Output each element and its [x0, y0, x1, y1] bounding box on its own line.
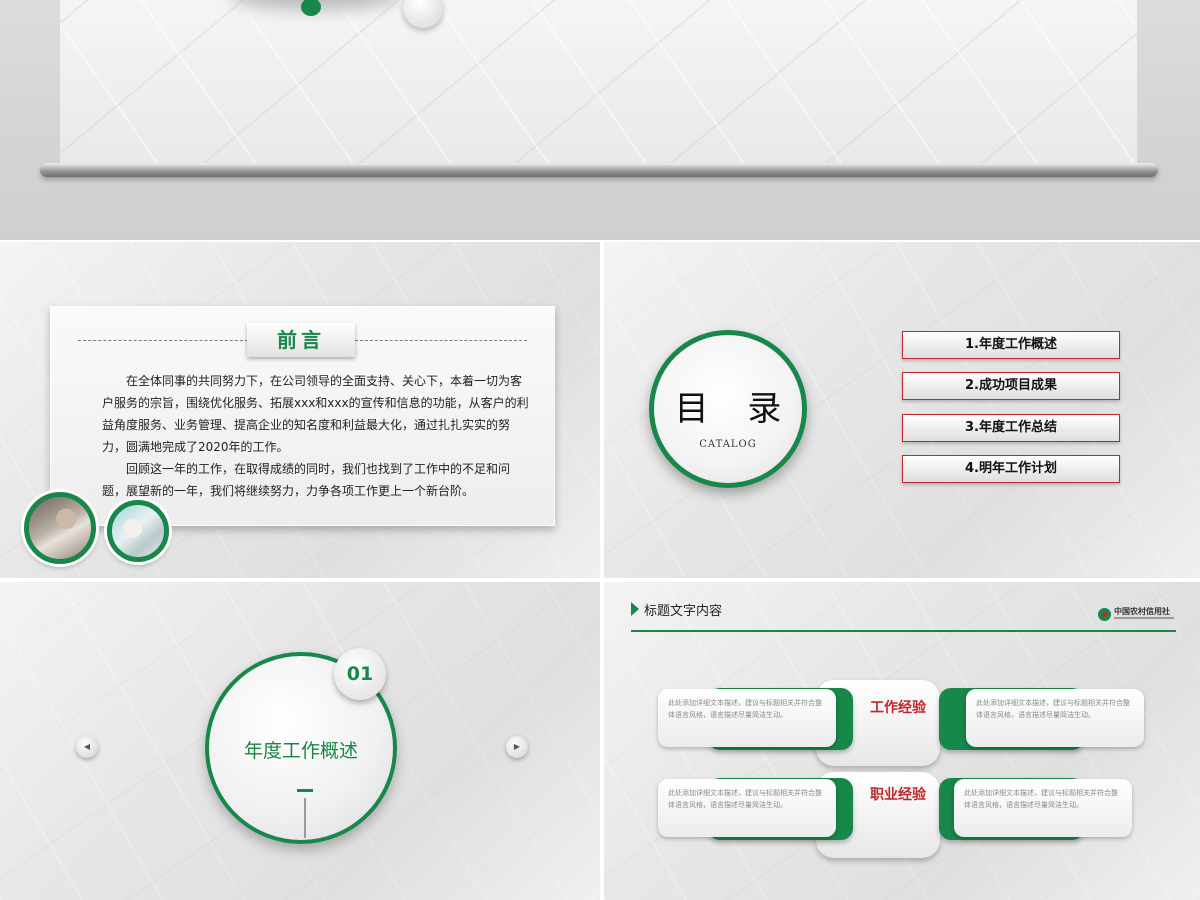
section-number-badge: 01: [334, 648, 386, 700]
bank-logo-text: 中国农村信用社: [1114, 607, 1170, 616]
catalog-item-3[interactable]: 3.年度工作总结: [902, 414, 1120, 442]
next-arrow-icon[interactable]: ▶: [506, 736, 528, 758]
header-triangle-icon: [631, 602, 639, 616]
label-top: 工作经验: [870, 700, 926, 716]
section-line: [304, 798, 306, 838]
board-rail: [40, 163, 1158, 177]
text-card-bottom-right: 此处添加详细文本描述，建议与标题相关并符合整体语言风格，语言描述尽量简洁生动。: [954, 779, 1132, 837]
catalog-item-4[interactable]: 4.明年工作计划: [902, 455, 1120, 483]
catalog-circle: 目 录 CATALOG: [649, 330, 807, 488]
section-title: 年度工作概述: [243, 740, 358, 762]
preface-body: 在全体同事的共同努力下，在公司领导的全面支持、关心下，本着一切为客户服务的宗旨，…: [102, 370, 530, 502]
slide-section: ◀ 年度工作概述 01 ▶: [0, 582, 600, 900]
header-rule: [631, 630, 1176, 632]
text-card-bottom-left: 此处添加详细文本描述，建议与标题相关并符合整体语言风格，语言描述尽量简洁生动。: [658, 779, 836, 837]
photo-meeting: [107, 500, 169, 562]
slide-preface: 前言 在全体同事的共同努力下，在公司领导的全面支持、关心下，本着一切为客户服务的…: [0, 242, 600, 578]
photo-office-worker: [24, 492, 96, 564]
slide-top: [0, 0, 1200, 240]
section-dash: [297, 789, 313, 792]
catalog-item-1[interactable]: 1.年度工作概述: [902, 331, 1120, 359]
prev-arrow-icon[interactable]: ◀: [76, 736, 98, 758]
bank-logo-icon: [1098, 608, 1111, 621]
display-board: [60, 0, 1137, 165]
text-card-top-left: 此处添加详细文本描述，建议与标题相关并符合整体语言风格，语言描述尽量简洁生动。: [658, 689, 836, 747]
slide-catalog: 目 录 CATALOG 1.年度工作概述 2.成功项目成果 3.年度工作总结 4…: [604, 242, 1200, 578]
catalog-title: 目 录: [674, 389, 796, 429]
divider-right: [355, 340, 527, 341]
slide-content: 标题文字内容 中国农村信用社 此处添加详细文本描述，建议与标题相关并符合整体语言…: [604, 582, 1200, 900]
preface-card: 前言 在全体同事的共同努力下，在公司领导的全面支持、关心下，本着一切为客户服务的…: [50, 306, 555, 526]
divider-left: [78, 340, 248, 341]
bank-logo-subline: [1114, 617, 1174, 619]
catalog-subtitle: CATALOG: [699, 439, 757, 450]
preface-paragraph-2: 回顾这一年的工作，在取得成绩的同时，我们也找到了工作中的不足和问题，展望新的一年…: [102, 462, 511, 498]
bank-logo: 中国农村信用社: [1098, 606, 1178, 626]
preface-title: 前言: [247, 323, 355, 357]
preface-paragraph-1: 在全体同事的共同努力下，在公司领导的全面支持、关心下，本着一切为客户服务的宗旨，…: [102, 374, 529, 454]
text-card-top-right: 此处添加详细文本描述，建议与标题相关并符合整体语言风格，语言描述尽量简洁生动。: [966, 689, 1144, 747]
label-bottom: 职业经验: [870, 787, 926, 803]
header-title: 标题文字内容: [644, 604, 723, 619]
catalog-item-2[interactable]: 2.成功项目成果: [902, 372, 1120, 400]
